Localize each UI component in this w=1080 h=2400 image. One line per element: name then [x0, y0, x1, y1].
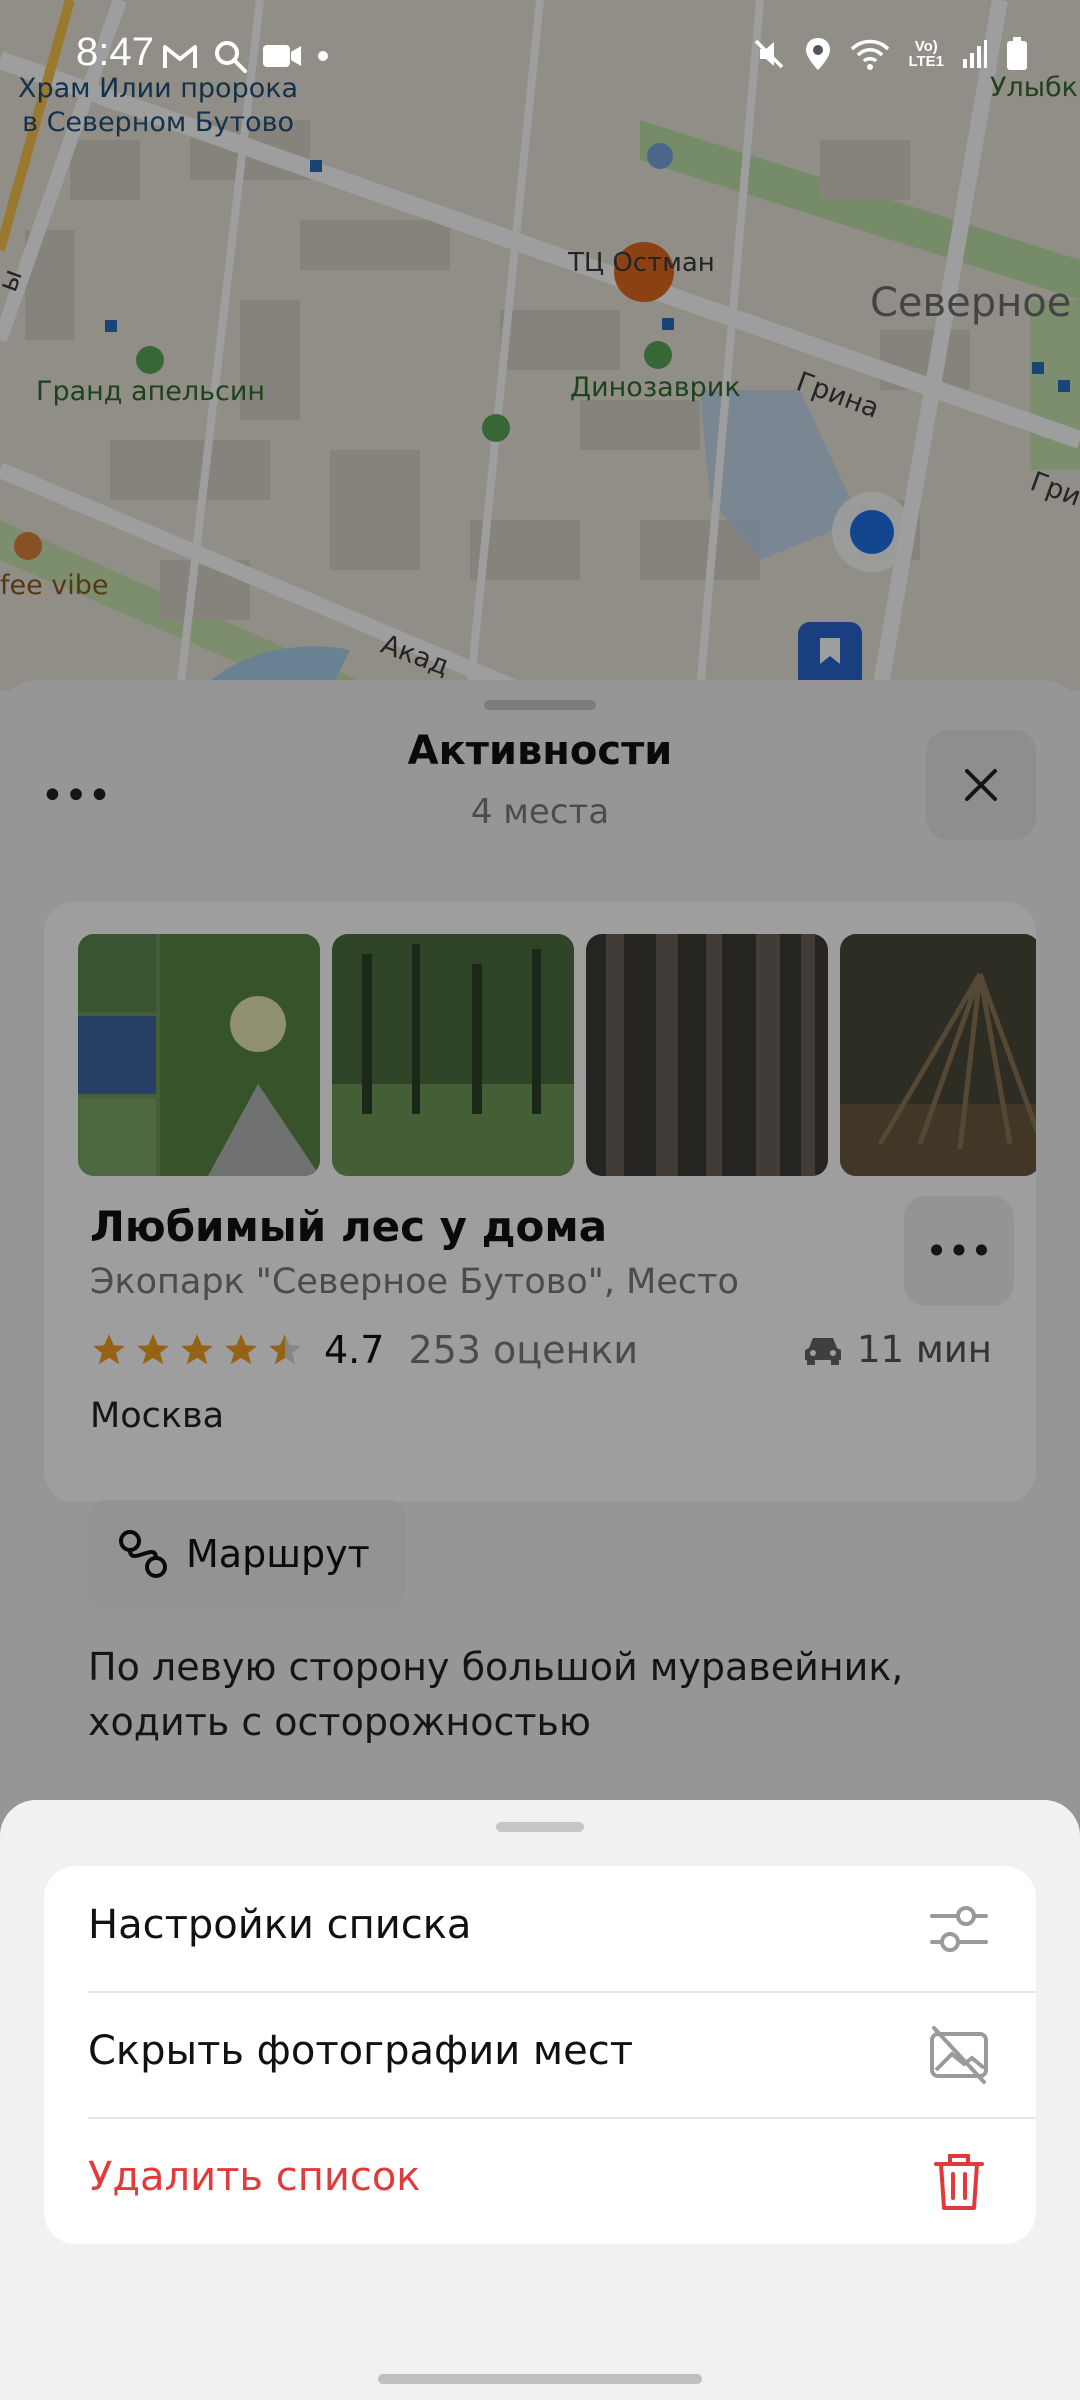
place-photo[interactable]: [332, 934, 574, 1176]
star-icon: [137, 1334, 169, 1365]
volte-label: Vo): [914, 38, 938, 55]
place-title[interactable]: Любимый лес у дома: [90, 1202, 607, 1251]
place-city: Москва: [90, 1396, 225, 1436]
wifi-icon: [851, 39, 890, 70]
menu-item-label: Удалить список: [88, 2154, 421, 2200]
panel-drag-handle[interactable]: [484, 700, 596, 710]
travel-time-value: 11 мин: [857, 1328, 992, 1371]
place-photo[interactable]: [840, 934, 1036, 1176]
status-system-icons: Vo) LTE1: [752, 36, 1028, 72]
mute-icon: [755, 39, 784, 69]
status-bar: 8:47 Vo) LTE1: [0, 0, 1080, 88]
star-icon: [93, 1334, 125, 1365]
place-photo[interactable]: [586, 934, 828, 1176]
car-icon: [805, 1337, 841, 1365]
place-note: По левую сторону большой муравейник, ход…: [88, 1645, 904, 1744]
star-icon: [225, 1334, 257, 1365]
panel-subtitle: 4 места: [470, 792, 610, 832]
sheet-drag-handle[interactable]: [496, 1822, 584, 1832]
rating-stars: [90, 1331, 304, 1369]
more-dots-icon: •••: [925, 1229, 993, 1273]
video-camera-icon: [263, 45, 301, 67]
close-icon: [965, 769, 997, 801]
menu-item-hide-photos[interactable]: Скрыть фотографии мест: [44, 1992, 1036, 2118]
rating-value: 4.7: [324, 1328, 385, 1372]
place-more-button[interactable]: •••: [904, 1196, 1014, 1306]
home-indicator[interactable]: [378, 2374, 702, 2384]
list-options-sheet: Настройки списка Скрыть фотографии мест …: [0, 1800, 1080, 2400]
hide-photo-icon: [930, 2026, 988, 2084]
network-type-label: Vo) LTE1: [908, 39, 944, 69]
travel-time: 11 мин: [803, 1328, 992, 1371]
sliders-icon: [930, 1906, 988, 1952]
trash-icon: [934, 2154, 984, 2210]
map-label-coffee[interactable]: fee vibe: [0, 570, 109, 601]
place-card[interactable]: Любимый лес у дома Экопарк "Северное Бут…: [44, 902, 1036, 1502]
menu-item-label: Настройки списка: [88, 1902, 472, 1948]
map-label-district: Северное: [870, 280, 1072, 326]
menu-item-delete-list[interactable]: Удалить список: [44, 2118, 1036, 2244]
rating-row: 4.7 253 оценки: [90, 1328, 638, 1372]
status-notification-icons: [162, 38, 330, 74]
gmail-icon: [163, 45, 197, 68]
panel-close-button[interactable]: [926, 730, 1036, 840]
dot-icon: [318, 51, 328, 61]
panel-title: Активности: [407, 728, 673, 774]
map-label-tc[interactable]: ТЦ Остман: [568, 248, 715, 278]
place-subtitle: Экопарк "Северное Бутово", Место: [90, 1262, 739, 1302]
status-time: 8:47: [76, 30, 154, 74]
route-button[interactable]: Маршрут: [88, 1500, 406, 1608]
photo-strip[interactable]: [78, 934, 1036, 1176]
route-button-label: Маршрут: [186, 1532, 370, 1576]
place-photo[interactable]: [78, 934, 320, 1176]
rating-count[interactable]: 253 оценки: [408, 1328, 638, 1372]
options-menu: Настройки списка Скрыть фотографии мест …: [44, 1866, 1036, 2244]
map-label-dino[interactable]: Динозаврик: [570, 372, 741, 403]
search-icon: [215, 41, 247, 73]
menu-item-list-settings[interactable]: Настройки списка: [44, 1866, 1036, 1992]
location-icon: [806, 38, 831, 70]
lte-label: LTE1: [908, 53, 944, 70]
half-star-icon: [269, 1334, 301, 1365]
battery-icon: [1007, 37, 1027, 70]
map-view[interactable]: Храм Илии пророка в Северном Бутово Гран…: [0, 0, 1080, 690]
map-label-grand[interactable]: Гранд апельсин: [36, 376, 265, 407]
menu-item-label: Скрыть фотографии мест: [88, 2028, 633, 2074]
signal-icon: [963, 40, 987, 68]
star-icon: [181, 1334, 213, 1365]
route-icon: [119, 1530, 167, 1578]
